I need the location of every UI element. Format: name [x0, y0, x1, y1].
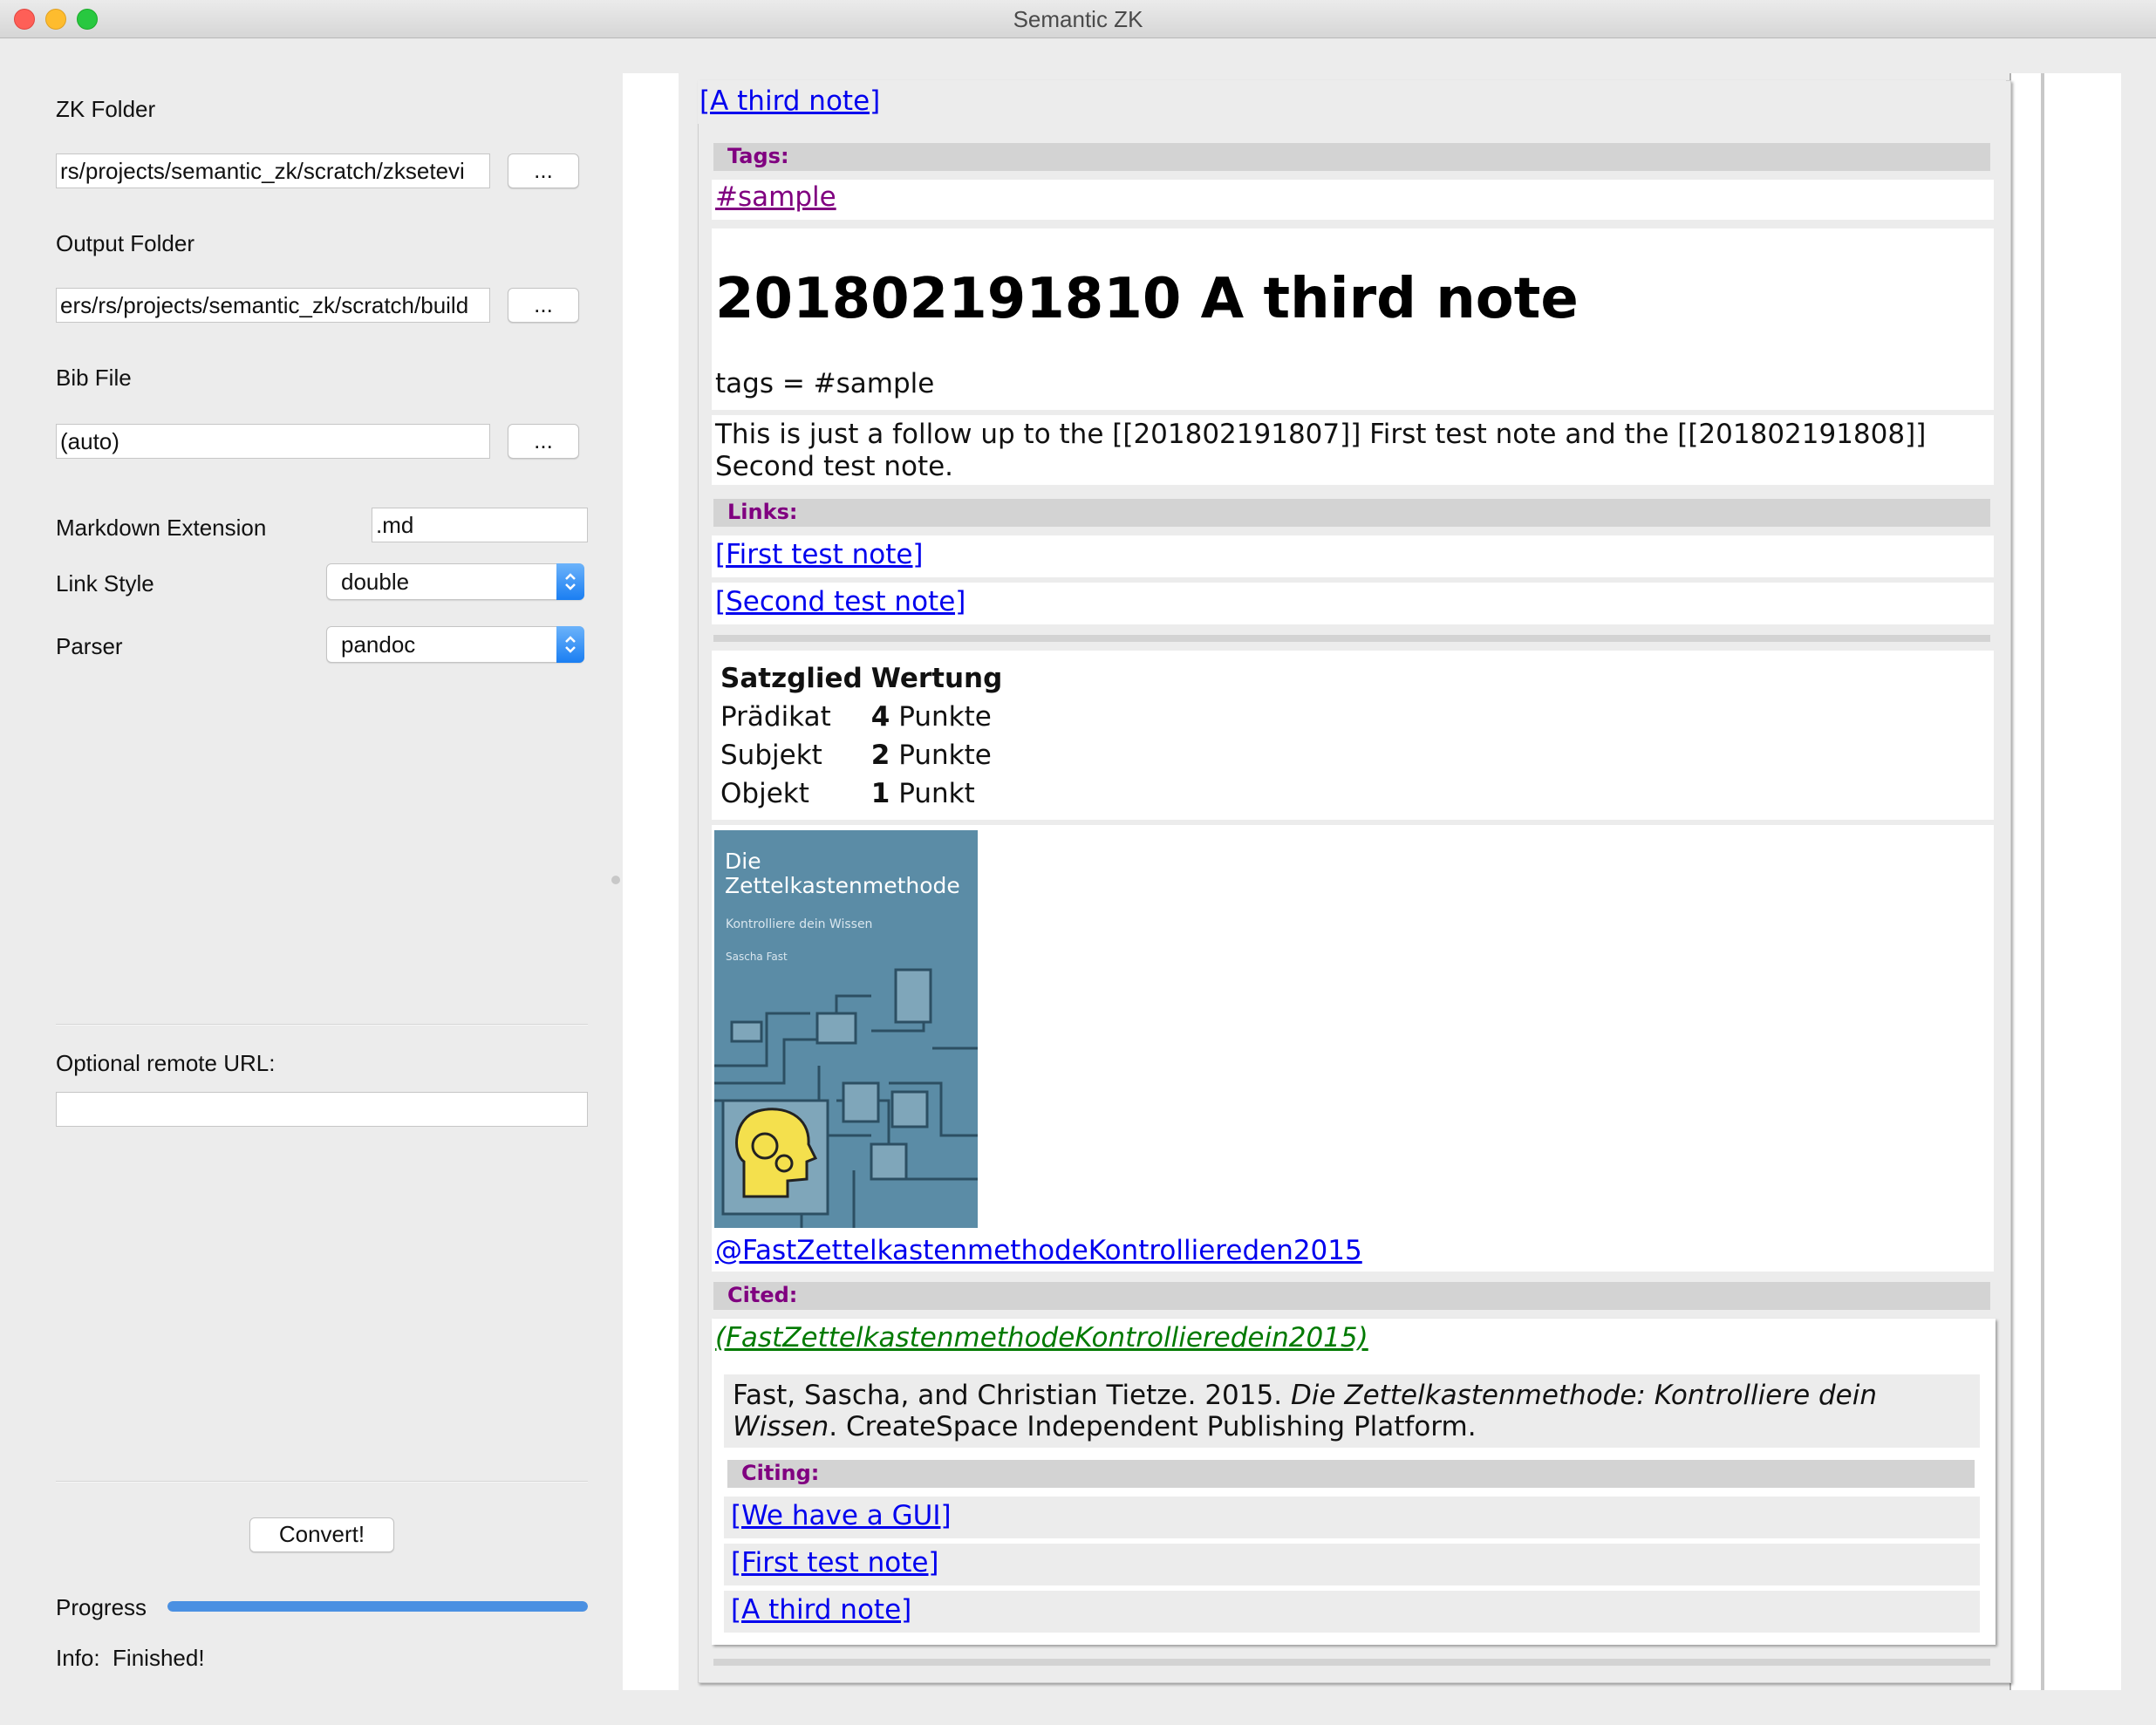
progress-fill: [167, 1601, 588, 1612]
parser-select[interactable]: pandoc: [326, 626, 584, 663]
book-cover-image: Die Zettelkastenmethode Kontrolliere dein…: [714, 830, 978, 1228]
citing-link-we-have-a-gui[interactable]: [We have a GUI]: [731, 1500, 952, 1531]
link-second-test-note[interactable]: [Second test note]: [715, 586, 965, 617]
table-row: Objekt 1 Punkt: [720, 778, 975, 809]
splitter-handle[interactable]: [611, 876, 620, 884]
tag-link[interactable]: #sample: [715, 181, 836, 213]
note-body-card: 201802191810 A third note tags = #sample: [712, 228, 1994, 410]
link-style-select[interactable]: double: [326, 563, 584, 600]
info-label: Info: Finished!: [56, 1645, 205, 1671]
citing-card: [We have a GUI]: [724, 1497, 1980, 1538]
links-header: Links:: [713, 499, 1990, 527]
horizontal-rule: [713, 635, 1990, 642]
cited-header: Cited:: [713, 1282, 1990, 1310]
score-table: Satzglied Wertung Prädikat 4 Punkte Subj…: [720, 659, 1011, 813]
bib-file-browse-button[interactable]: ...: [508, 424, 579, 459]
markdown-extension-label: Markdown Extension: [56, 515, 267, 541]
scrollbar-track[interactable]: [2041, 73, 2044, 1690]
progress-label: Progress: [56, 1594, 147, 1620]
tags-line: tags = #sample: [715, 368, 935, 399]
markdown-extension-input[interactable]: .md: [372, 508, 588, 542]
bib-file-input[interactable]: (auto): [56, 424, 490, 459]
table-row: Subjekt 2 Punkte: [720, 740, 992, 771]
table-header: Wertung: [870, 663, 1003, 694]
bib-file-label: Bib File: [56, 365, 132, 391]
note-paragraph-line1: This is just a follow up to the [[201802…: [715, 419, 1927, 450]
reference-line2: Wissen. CreateSpace Independent Publishi…: [733, 1411, 1477, 1442]
note-title: 201802191810 A third note: [715, 267, 1579, 331]
table-header: Satzglied: [720, 663, 863, 694]
link-card: [Second test note]: [712, 583, 1994, 624]
link-style-label: Link Style: [56, 570, 154, 597]
citing-header: Citing:: [727, 1460, 1975, 1488]
parser-label: Parser: [56, 633, 123, 659]
citing-card: [First test note]: [724, 1544, 1980, 1585]
convert-button[interactable]: Convert!: [249, 1517, 394, 1552]
link-style-value: double: [341, 569, 410, 595]
note-paragraph-card: This is just a follow up to the [[201802…: [712, 415, 1994, 485]
note-paragraph-line2: Second test note.: [715, 451, 954, 482]
circuit-illustration: [714, 968, 978, 1228]
tag-card: #sample: [712, 180, 1994, 220]
remote-url-input[interactable]: [56, 1092, 588, 1127]
zk-folder-browse-button[interactable]: ...: [508, 153, 579, 188]
output-folder-browse-button[interactable]: ...: [508, 288, 579, 323]
separator: [56, 1481, 588, 1483]
parser-value: pandoc: [341, 631, 416, 658]
progress-bar: [167, 1601, 588, 1612]
note-header: [A third note]: [698, 80, 2006, 124]
reference-line1: Fast, Sascha, and Christian Tietze. 2015…: [733, 1380, 1878, 1411]
book-cover-subtitle: Kontrolliere dein Wissen: [726, 917, 873, 931]
reference-card: Fast, Sascha, and Christian Tietze. 2015…: [724, 1374, 1980, 1448]
table-row: Prädikat 4 Punkte: [720, 701, 992, 733]
tags-header: Tags:: [713, 143, 1990, 171]
citing-card: [A third note]: [724, 1591, 1980, 1633]
link-first-test-note[interactable]: [First test note]: [715, 539, 924, 570]
remote-url-label: Optional remote URL:: [56, 1050, 276, 1076]
zk-folder-label: ZK Folder: [56, 96, 156, 122]
chevron-updown-icon: [556, 563, 584, 600]
book-cover-title: Die Zettelkastenmethode: [725, 849, 960, 898]
zk-folder-input[interactable]: rs/projects/semantic_zk/scratch/zksetevi: [56, 153, 490, 188]
separator: [56, 1024, 588, 1026]
cited-reference-link[interactable]: (FastZettelkastenmethodeKontrollieredein…: [715, 1322, 1368, 1353]
citation-link[interactable]: @FastZettelkastenmethodeKontrolliereden2…: [715, 1235, 1362, 1266]
chevron-updown-icon: [556, 626, 584, 663]
note-title-link[interactable]: [A third note]: [699, 85, 880, 117]
info-value: Finished!: [113, 1645, 205, 1671]
link-card: [First test note]: [712, 535, 1994, 577]
output-folder-input[interactable]: ers/rs/projects/semantic_zk/scratch/buil…: [56, 288, 490, 323]
citing-link-first-test-note[interactable]: [First test note]: [731, 1547, 939, 1578]
citing-link-a-third-note[interactable]: [A third note]: [731, 1594, 911, 1626]
window-title: Semantic ZK: [1013, 6, 1143, 32]
output-folder-label: Output Folder: [56, 230, 194, 256]
title-bar: Semantic ZK: [0, 0, 2156, 38]
horizontal-rule: [713, 1659, 1990, 1666]
